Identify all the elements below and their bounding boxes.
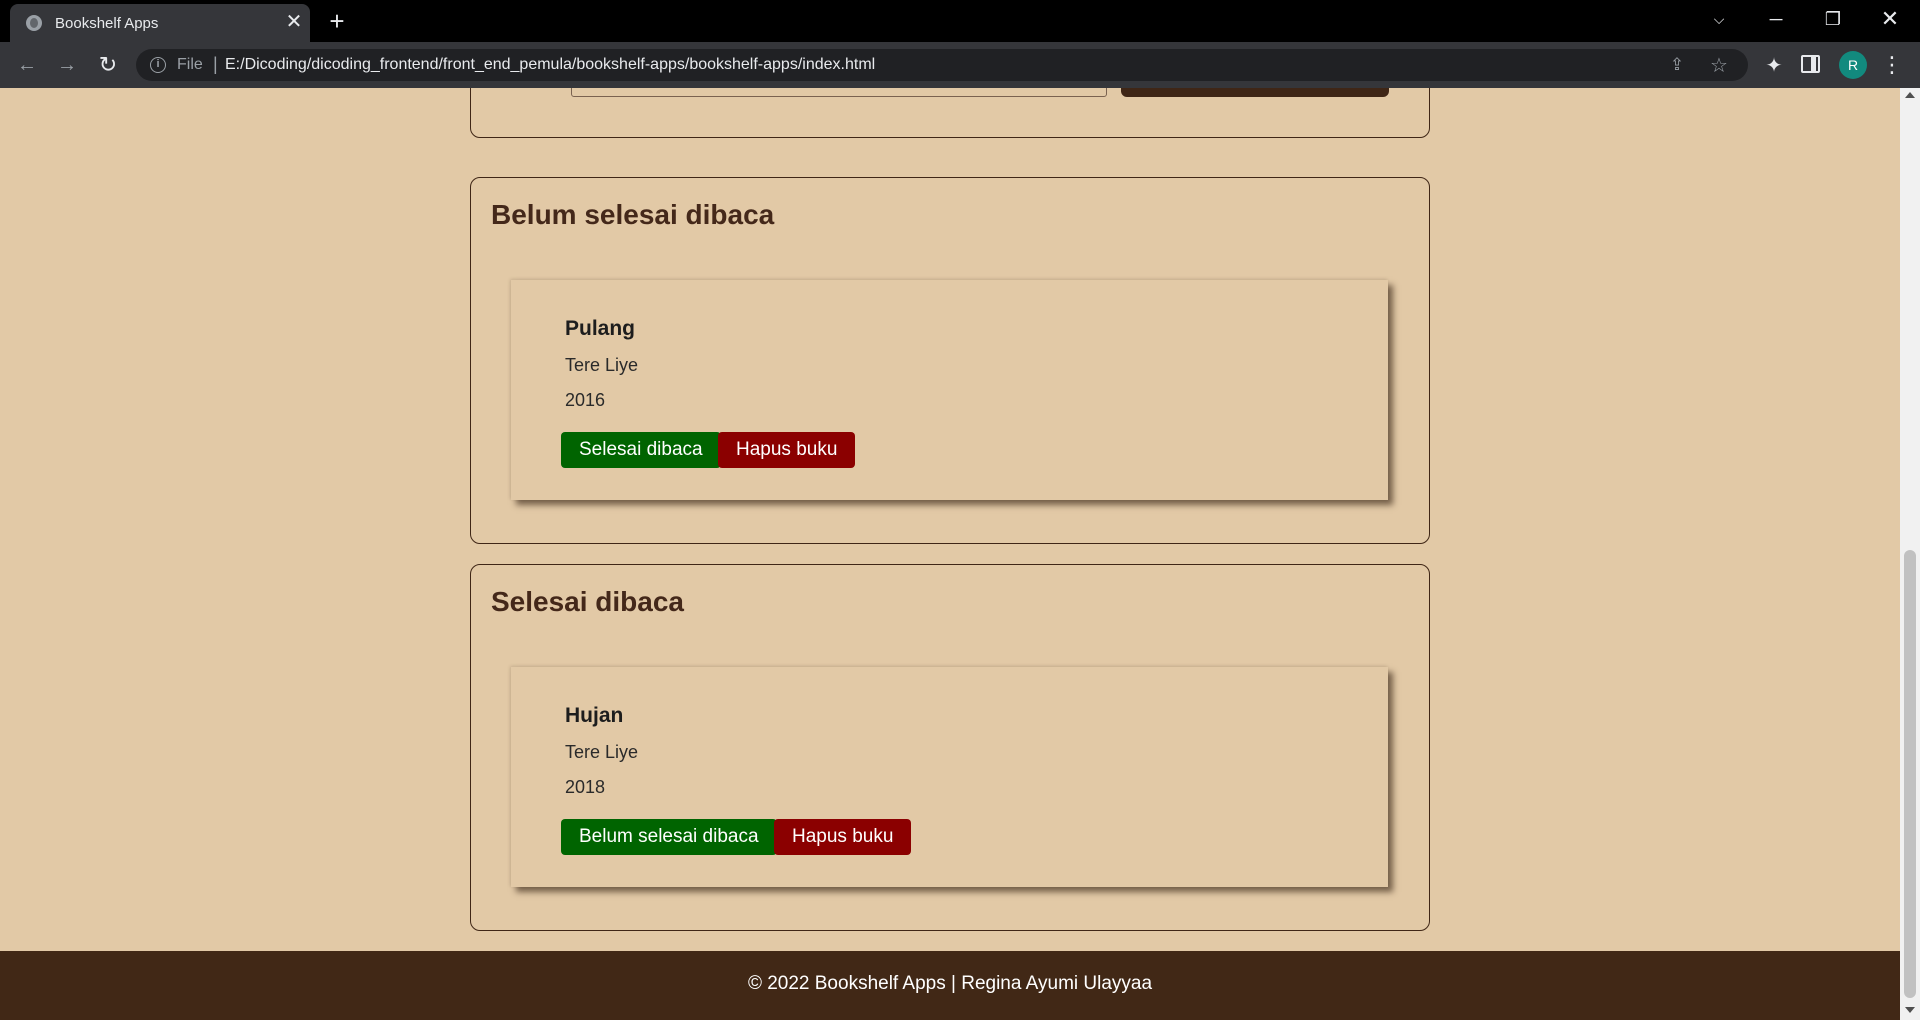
reload-icon[interactable]: ↻ (94, 51, 122, 79)
footer-text: © 2022 Bookshelf Apps | Regina Ayumi Ula… (747, 973, 1153, 994)
book-input-field[interactable] (571, 88, 1107, 97)
delete-book-button[interactable]: Hapus buku (774, 819, 912, 855)
globe-icon (26, 15, 42, 31)
incomplete-bookshelf: Belum selesai dibaca Pulang Tere Liye 20… (470, 177, 1430, 544)
book-title: Pulang (565, 317, 636, 340)
window-close-icon[interactable]: ✕ (1867, 4, 1913, 34)
star-icon[interactable]: ☆ (1708, 53, 1730, 77)
book-author: Tere Liye (565, 742, 639, 762)
avatar[interactable]: R (1839, 51, 1867, 79)
tab-title: Bookshelf Apps (55, 15, 159, 32)
restore-icon[interactable]: ❐ (1810, 4, 1856, 34)
book-year: 2016 (565, 390, 606, 410)
mark-finished-button[interactable]: Selesai dibaca (561, 432, 721, 468)
scrollbar-thumb[interactable] (1904, 550, 1916, 998)
side-panel-icon[interactable] (1801, 55, 1820, 73)
chevron-down-icon[interactable]: ⌵ (1696, 4, 1742, 34)
info-icon[interactable]: i (150, 57, 166, 73)
extensions-icon[interactable]: ✦ (1762, 53, 1786, 77)
delete-book-button[interactable]: Hapus buku (718, 432, 856, 468)
back-icon[interactable]: ← (13, 51, 41, 79)
browser-tab[interactable]: Bookshelf Apps ✕ (10, 4, 310, 42)
incomplete-shelf-title: Belum selesai dibaca (491, 199, 775, 230)
address-bar[interactable]: i File | E:/Dicoding/dicoding_frontend/f… (136, 49, 1748, 81)
url-text[interactable]: E:/Dicoding/dicoding_frontend/front_end_… (225, 56, 875, 74)
scroll-up-arrow[interactable] (1905, 92, 1915, 98)
submit-book-button[interactable] (1121, 88, 1389, 97)
share-icon[interactable]: ⇪ (1666, 55, 1688, 75)
book-item: Hujan Tere Liye 2018 Belum selesai dibac… (511, 667, 1388, 887)
scheme-label: File (177, 56, 203, 73)
minimize-icon[interactable]: ─ (1753, 4, 1799, 34)
page-viewport: Belum selesai dibaca Pulang Tere Liye 20… (0, 88, 1920, 1020)
browser-tab-bar: Bookshelf Apps ✕ + ⌵ ─ ❐ ✕ (0, 0, 1920, 42)
book-author: Tere Liye (565, 355, 639, 375)
book-item: Pulang Tere Liye 2016 Selesai dibaca Hap… (511, 280, 1388, 500)
complete-bookshelf: Selesai dibaca Hujan Tere Liye 2018 Belu… (470, 564, 1430, 931)
browser-toolbar: ← → ↻ i File | E:/Dicoding/dicoding_fron… (0, 42, 1920, 88)
forward-icon[interactable]: → (53, 51, 81, 79)
new-tab-button[interactable]: + (322, 8, 352, 34)
input-book-form (470, 88, 1430, 138)
close-icon[interactable]: ✕ (284, 11, 304, 33)
menu-icon[interactable]: ⋮ (1880, 51, 1904, 79)
scrollbar[interactable] (1900, 88, 1920, 1020)
page-footer: © 2022 Bookshelf Apps | Regina Ayumi Ula… (0, 951, 1900, 1020)
book-title: Hujan (565, 704, 624, 727)
complete-shelf-title: Selesai dibaca (491, 586, 685, 617)
url-separator: | (213, 54, 218, 74)
scroll-down-arrow[interactable] (1905, 1007, 1915, 1013)
book-year: 2018 (565, 777, 606, 797)
mark-unfinished-button[interactable]: Belum selesai dibaca (561, 819, 777, 855)
